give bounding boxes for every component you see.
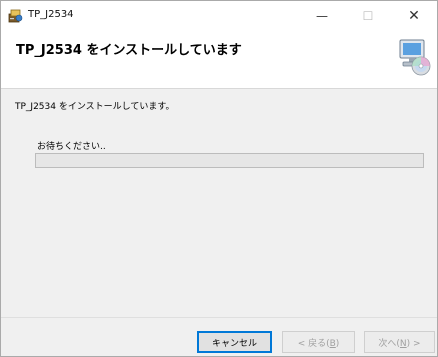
status-text: TP_J2534 をインストールしています。 [15,102,175,112]
minimize-button[interactable]: — [299,1,345,31]
installer-icon [8,9,23,23]
next-button-label: 次へ(N) > [378,338,421,349]
wait-label: お待ちください.. [37,142,106,152]
back-button-label: < 戻る(B) [297,338,340,349]
header-banner: TP_J2534 をインストールしています [1,31,437,89]
computer-disc-icon [399,39,431,76]
cancel-button-label: キャンセル [211,338,257,349]
footer-divider [1,317,437,318]
maximize-button[interactable]: ☐ [345,1,391,31]
cancel-button[interactable]: キャンセル [197,331,272,353]
installer-window: TP_J2534 — ☐ ✕ TP_J2534 をインストールしています TP_… [0,0,438,357]
title-bar[interactable]: TP_J2534 — ☐ ✕ [1,1,437,31]
progress-bar [35,153,424,168]
window-title: TP_J2534 [28,9,74,20]
close-button[interactable]: ✕ [391,1,437,31]
next-button[interactable]: 次へ(N) > [364,331,435,353]
back-button[interactable]: < 戻る(B) [282,331,355,353]
page-title: TP_J2534 をインストールしています [16,43,242,58]
